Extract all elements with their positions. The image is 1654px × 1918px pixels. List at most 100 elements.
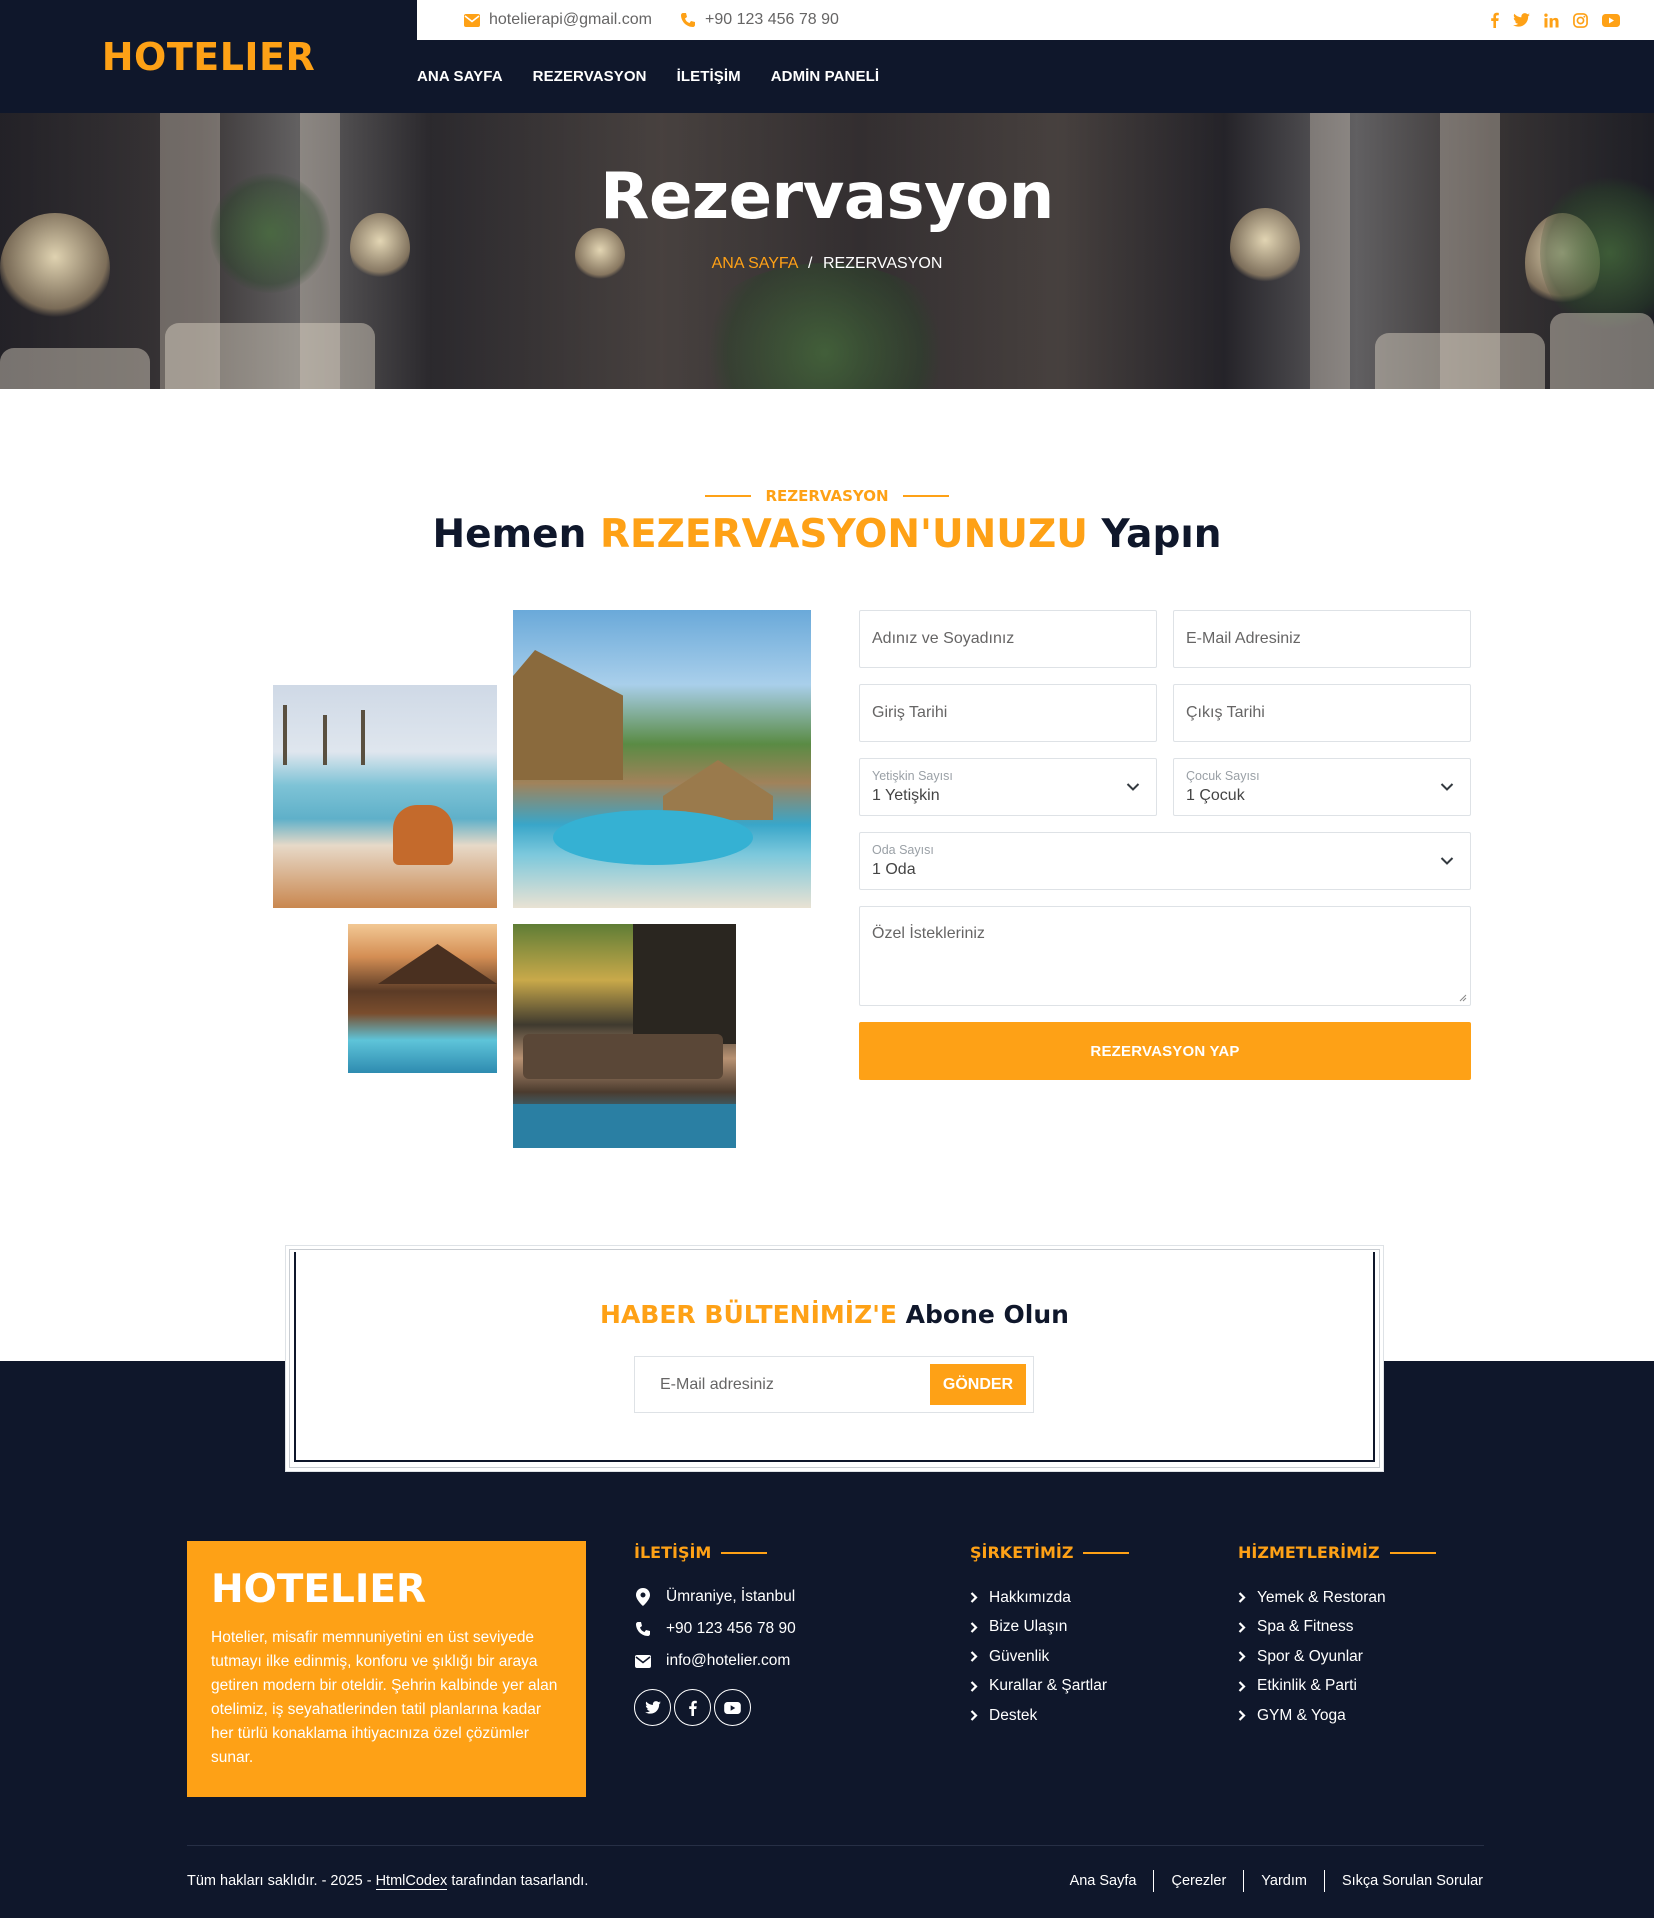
newsletter-submit-button[interactable]: GÖNDER (930, 1364, 1026, 1405)
brand-name[interactable]: HOTELIER (102, 35, 316, 79)
footer-link[interactable]: Kurallar & Şartlar (970, 1672, 1107, 1702)
hotel-photo-sunset-deck (348, 924, 497, 1073)
chevron-right-icon (970, 1592, 980, 1604)
resize-handle-icon[interactable] (1458, 993, 1467, 1002)
footer-link[interactable]: Hakkımızda (970, 1583, 1107, 1613)
chevron-right-icon (1238, 1651, 1248, 1663)
checkin-date-field[interactable]: Giriş Tarihi (859, 684, 1157, 742)
chevron-right-icon (1238, 1621, 1248, 1633)
topbar: hotelierapi@gmail.com +90 123 456 78 90 (417, 0, 1654, 40)
breadcrumb: ANA SAYFA / REZERVASYON (0, 255, 1654, 273)
footer-link[interactable]: GYM & Yoga (1238, 1701, 1386, 1731)
nav-item-admin[interactable]: ADMİN PANELİ (771, 68, 879, 85)
hotel-photo-sunbathing (513, 924, 736, 1148)
copyright-pre: Tüm hakları saklıdır. - 2025 - (187, 1873, 372, 1889)
footer-contact-title-text: İLETİŞİM (634, 1543, 712, 1562)
photo-roof (378, 944, 497, 984)
footer-link-text: Destek (989, 1706, 1038, 1724)
special-requests-textarea[interactable]: Özel İstekleriniz (859, 906, 1471, 1006)
eyebrow-line-left (705, 495, 752, 497)
adults-select-value: 1 Yetişkin (872, 787, 940, 804)
instagram-icon[interactable] (1573, 12, 1588, 28)
footer-phone[interactable]: +90 123 456 78 90 (634, 1613, 796, 1645)
footer-title-line (1083, 1551, 1130, 1554)
photo-lounger (523, 1034, 723, 1079)
footer-bottom-link-home[interactable]: Ana Sayfa (1053, 1870, 1155, 1892)
footer-link-text: Yemek & Restoran (1257, 1588, 1386, 1606)
facebook-icon[interactable] (674, 1689, 711, 1726)
section-title-part1: Hemen (432, 512, 587, 557)
youtube-icon[interactable] (714, 1689, 751, 1726)
brand-logo[interactable]: HOTELIER (0, 0, 417, 113)
adults-select[interactable]: Yetişkin Sayısı 1 Yetişkin (859, 758, 1157, 816)
footer-link[interactable]: Yemek & Restoran (1238, 1583, 1386, 1613)
footer-link[interactable]: Bize Ulaşın (970, 1613, 1107, 1643)
footer-about-text: Hotelier, misafir memnuniyetini en üst s… (211, 1629, 558, 1766)
footer-bottom-link-help[interactable]: Yardım (1244, 1870, 1325, 1892)
footer-services-links: Yemek & Restoran Spa & Fitness Spor & Oy… (1238, 1583, 1386, 1731)
children-select-label: Çocuk Sayısı (1186, 769, 1260, 783)
footer-social-buttons (634, 1689, 754, 1726)
children-select[interactable]: Çocuk Sayısı 1 Çocuk (1173, 758, 1471, 816)
adults-select-label: Yetişkin Sayısı (872, 769, 953, 783)
phone-icon (636, 1622, 650, 1636)
photo-pool (513, 1104, 736, 1148)
nav-item-contact[interactable]: İLETİŞİM (677, 68, 741, 85)
photo-window (633, 924, 736, 1044)
newsletter-title: HABER BÜLTENİMİZ'E Abone Olun (294, 1300, 1375, 1329)
nav-item-reservation[interactable]: REZERVASYON (533, 68, 647, 85)
linkedin-icon[interactable] (1544, 12, 1559, 28)
newsletter-email-placeholder: E-Mail adresiniz (660, 1375, 774, 1393)
footer-address-text: Ümraniye, İstanbul (666, 1588, 796, 1605)
chevron-right-icon (970, 1680, 980, 1692)
chevron-down-icon (1440, 783, 1454, 791)
footer-link[interactable]: Spa & Fitness (1238, 1613, 1386, 1643)
photo-figure (393, 805, 453, 865)
footer-link[interactable]: Destek (970, 1701, 1107, 1731)
footer-link-text: Spa & Fitness (1257, 1618, 1354, 1636)
submit-reservation-button[interactable]: REZERVASYON YAP (859, 1022, 1471, 1080)
footer-link[interactable]: Güvenlik (970, 1642, 1107, 1672)
footer-bottom-link-cookies[interactable]: Çerezler (1154, 1870, 1245, 1892)
children-select-value: 1 Çocuk (1186, 787, 1245, 804)
footer-services-title: HİZMETLERİMİZ (1238, 1543, 1436, 1562)
section-eyebrow: REZERVASYON (0, 487, 1654, 505)
footer-company-title: ŞİRKETİMİZ (970, 1543, 1130, 1562)
rooms-select[interactable]: Oda Sayısı 1 Oda (859, 832, 1471, 890)
topbar-email[interactable]: hotelierapi@gmail.com (464, 11, 652, 29)
footer-title-line (1389, 1551, 1436, 1554)
footer-title-line (721, 1551, 768, 1554)
email-field[interactable]: E-Mail Adresiniz (1173, 610, 1471, 668)
topbar-socials (1490, 12, 1654, 28)
breadcrumb-separator: / (808, 255, 813, 272)
footer-company-links: Hakkımızda Bize Ulaşın Güvenlik Kurallar… (970, 1583, 1107, 1731)
newsletter-title-rest: Abone Olun (905, 1300, 1069, 1329)
breadcrumb-home[interactable]: ANA SAYFA (712, 255, 798, 272)
nav-item-home[interactable]: ANA SAYFA (417, 68, 503, 85)
phone-icon (680, 13, 695, 27)
hotel-photo-tropical-pool (513, 610, 811, 908)
chevron-down-icon (1126, 783, 1140, 791)
footer-phone-text: +90 123 456 78 90 (666, 1620, 796, 1637)
footer-link[interactable]: Spor & Oyunlar (1238, 1642, 1386, 1672)
copyright-link[interactable]: HtmlCodex (375, 1873, 448, 1890)
photo-hut (513, 650, 623, 780)
topbar-phone[interactable]: +90 123 456 78 90 (680, 11, 839, 29)
twitter-icon[interactable] (1513, 13, 1530, 27)
name-field[interactable]: Adınız ve Soyadınız (859, 610, 1157, 668)
footer-email[interactable]: info@hotelier.com (634, 1645, 796, 1677)
topbar-phone-text: +90 123 456 78 90 (704, 11, 839, 28)
footer-services-title-text: HİZMETLERİMİZ (1238, 1543, 1380, 1562)
hero-sofa (1550, 313, 1654, 389)
twitter-icon[interactable] (634, 1689, 671, 1726)
chevron-right-icon (970, 1621, 980, 1633)
checkout-date-field[interactable]: Çıkış Tarihi (1173, 684, 1471, 742)
envelope-icon (635, 1654, 651, 1668)
section-title: Hemen REZERVASYON'UNUZU Yapın (0, 512, 1654, 557)
topbar-email-text: hotelierapi@gmail.com (489, 11, 652, 28)
footer-link[interactable]: Etkinlik & Parti (1238, 1672, 1386, 1702)
footer-bottom-link-faq[interactable]: Sıkça Sorulan Sorular (1325, 1870, 1483, 1892)
youtube-icon[interactable] (1602, 13, 1620, 27)
footer-brand[interactable]: HOTELIER (211, 1567, 562, 1612)
facebook-icon[interactable] (1490, 12, 1499, 28)
